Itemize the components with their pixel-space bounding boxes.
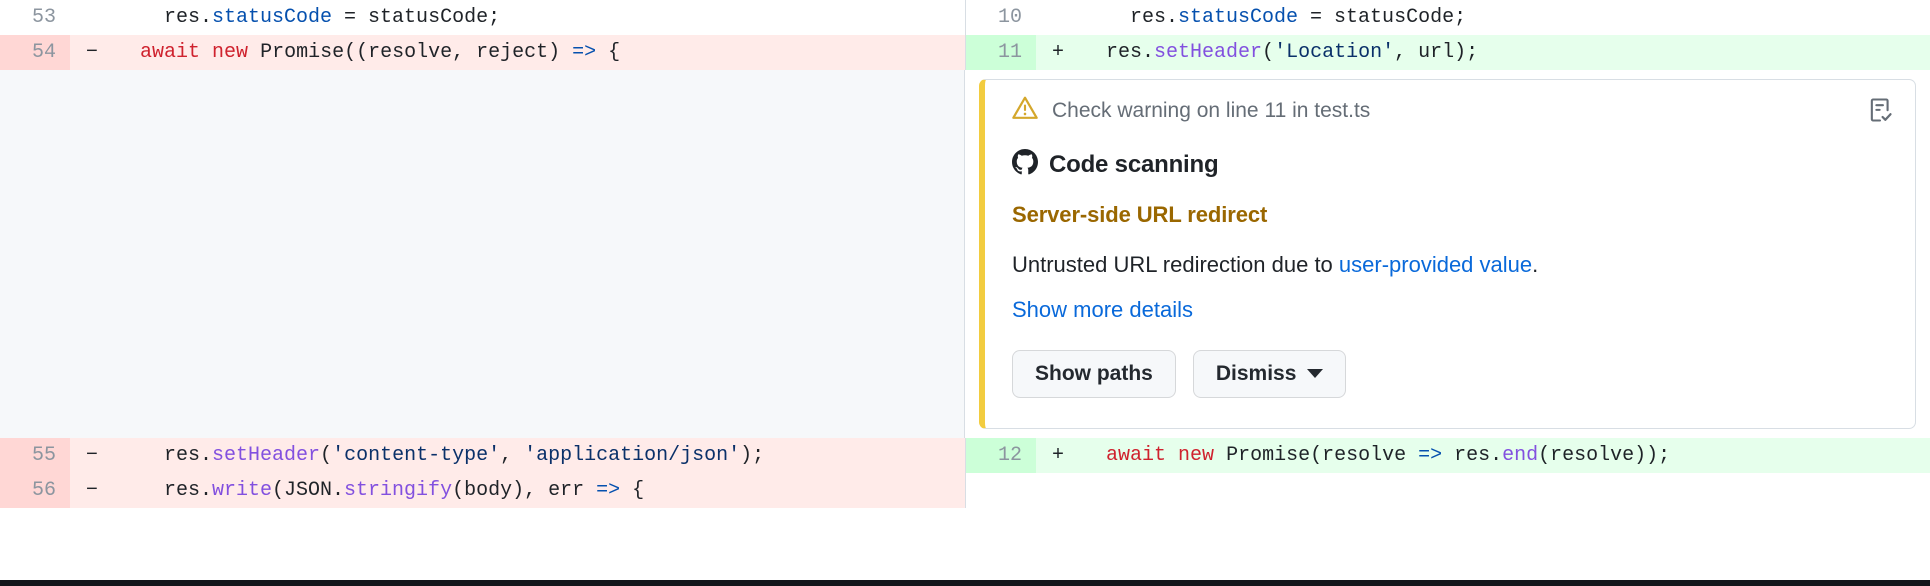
show-more-details-link[interactable]: Show more details [1012,297,1193,323]
window-bottom-edge [0,580,1930,586]
show-paths-button[interactable]: Show paths [1012,349,1176,398]
code-line-right[interactable]: res.statusCode = statusCode; [1080,0,1930,35]
annotation-panel-container: Check warning on line 11 in test.ts Code… [965,70,1930,438]
diff-side-left-deletion: 55 − res.setHeader('content-type', 'appl… [0,438,965,473]
dismiss-label: Dismiss [1215,361,1297,385]
chevron-down-icon [1307,369,1324,379]
diff-side-right-addition: 11 + res.setHeader('Location', url); [965,35,1930,70]
dismiss-button[interactable]: Dismiss [1192,349,1347,398]
line-number-right[interactable]: 10 [966,0,1036,35]
alert-description: Untrusted URL redirection due to user-pr… [1012,250,1897,280]
diff-side-right: 10 res.statusCode = statusCode; [965,0,1930,35]
diff-row: 53 res.statusCode = statusCode; 10 res.s… [0,0,1930,35]
annotation-region: Check warning on line 11 in test.ts Code… [0,70,1930,438]
blank-diff-cell [966,473,1930,508]
code-line-right[interactable]: res.setHeader('Location', url); [1080,35,1930,70]
scanning-tool-row: Code scanning [1012,149,1897,180]
diff-marker-deletion: − [70,438,114,473]
line-number-left[interactable]: 56 [0,473,70,508]
code-scanning-alert: Check warning on line 11 in test.ts Code… [979,79,1916,429]
user-provided-value-link[interactable]: user-provided value [1339,252,1532,277]
diff-marker-left [70,0,114,35]
code-line-left[interactable]: res.statusCode = statusCode; [114,0,965,35]
diff-side-right-blank [965,473,1930,508]
alert-description-prefix: Untrusted URL redirection due to [1012,252,1339,277]
diff-side-left-deletion: 56 − res.write(JSON.stringify(body), err… [0,473,965,508]
diff-row: 56 − res.write(JSON.stringify(body), err… [0,473,1930,508]
alert-header-text: Check warning on line 11 in test.ts [1052,98,1371,122]
diff-marker-deletion: − [70,473,114,508]
show-paths-label: Show paths [1035,361,1153,385]
diff-marker-right [1036,0,1080,35]
diff-side-left: 53 res.statusCode = statusCode; [0,0,965,35]
code-diff-view: 53 res.statusCode = statusCode; 10 res.s… [0,0,1930,586]
diff-side-right-addition: 12 + await new Promise(resolve => res.en… [965,438,1930,473]
alert-description-suffix: . [1532,252,1539,277]
line-number-right[interactable]: 11 [966,35,1036,70]
alert-actions: Show paths Dismiss [1012,349,1897,398]
annotation-empty-left [0,70,965,438]
line-number-left[interactable]: 54 [0,35,70,70]
alert-rule-title: Server-side URL redirect [1012,202,1268,227]
github-mark-icon [1012,149,1038,180]
line-number-left[interactable]: 53 [0,0,70,35]
diff-row: 54 − await new Promise((resolve, reject)… [0,35,1930,70]
code-line-left[interactable]: await new Promise((resolve, reject) => { [114,35,965,70]
code-line-left[interactable]: res.write(JSON.stringify(body), err => { [114,473,965,508]
scanning-tool-name: Code scanning [1049,150,1219,178]
diff-marker-addition: + [1036,438,1080,473]
line-number-right[interactable]: 12 [966,438,1036,473]
diff-row: 55 − res.setHeader('content-type', 'appl… [0,438,1930,473]
line-number-left[interactable]: 55 [0,438,70,473]
alert-triangle-icon [1011,94,1039,127]
diff-side-left-deletion: 54 − await new Promise((resolve, reject)… [0,35,965,70]
diff-marker-addition: + [1036,35,1080,70]
code-line-left[interactable]: res.setHeader('content-type', 'applicati… [114,438,965,473]
alert-header: Check warning on line 11 in test.ts [1011,94,1897,127]
code-line-right[interactable]: await new Promise(resolve => res.end(res… [1080,438,1930,473]
checklist-report-icon[interactable] [1863,93,1897,127]
diff-marker-deletion: − [70,35,114,70]
